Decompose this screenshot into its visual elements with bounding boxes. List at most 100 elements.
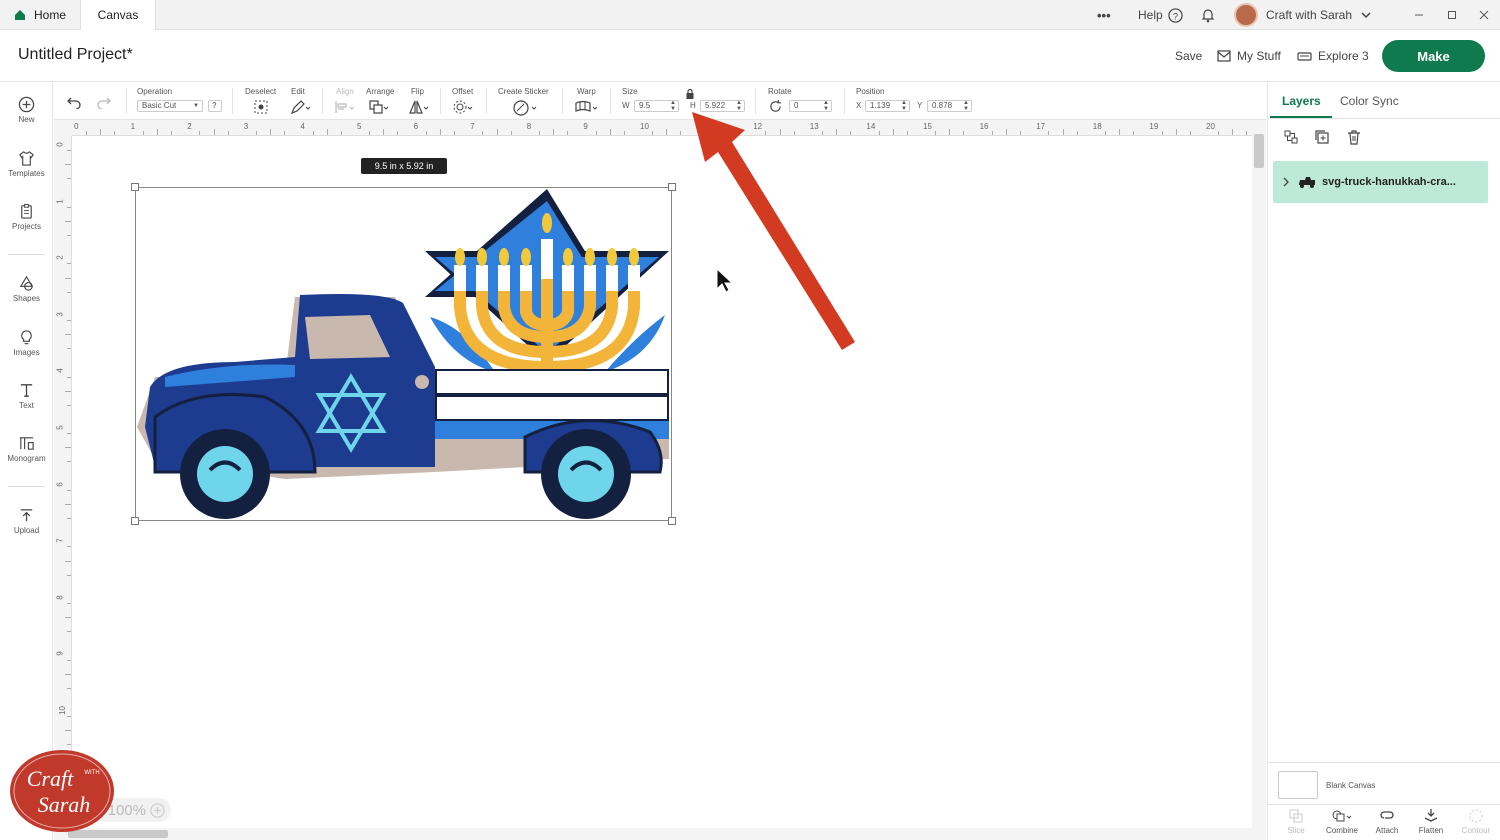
help-q: ? — [212, 101, 217, 110]
horizontal-scrollbar[interactable] — [54, 828, 1266, 840]
panel-scroll-track[interactable] — [1495, 161, 1500, 761]
machine-icon — [1297, 51, 1312, 61]
monogram-icon — [19, 437, 34, 450]
width-input[interactable]: 9.5 ▲ ▼ — [634, 100, 679, 112]
ruler-tick — [1119, 129, 1121, 135]
ruler-tick — [1246, 131, 1248, 135]
contour-button[interactable]: Contour — [1454, 806, 1498, 835]
save-button[interactable]: Save — [1175, 49, 1202, 63]
duplicate-icon[interactable] — [1314, 129, 1330, 145]
align-icon[interactable] — [334, 99, 356, 115]
ruler-tick — [67, 659, 71, 661]
flatten-button[interactable]: Flatten — [1409, 806, 1453, 835]
sidebar-item-shapes[interactable]: Shapes — [0, 275, 53, 303]
text-icon — [20, 384, 33, 397]
stepper-icon: ▲ ▼ — [901, 100, 907, 112]
arrange-icon[interactable] — [368, 99, 390, 115]
ruler-tick-label: 10 — [640, 122, 649, 131]
combine-button[interactable]: Combine — [1320, 806, 1364, 835]
vertical-scrollbar[interactable] — [1252, 120, 1266, 828]
more-menu-button[interactable]: ••• — [1097, 0, 1111, 30]
tab-canvas[interactable]: Canvas — [80, 0, 156, 30]
tab-layers[interactable]: Layers — [1282, 94, 1321, 108]
help-button[interactable]: Help ? — [1138, 0, 1183, 30]
sticker-icon[interactable] — [512, 99, 538, 117]
operation-select[interactable]: Basic Cut ▼ — [137, 100, 203, 112]
selection-box[interactable] — [135, 187, 672, 521]
resize-handle[interactable] — [131, 517, 139, 525]
tab-home[interactable]: Home — [0, 0, 80, 30]
combine-label: Combine — [1325, 826, 1358, 835]
make-button[interactable]: Make — [1382, 40, 1485, 72]
trash-icon[interactable] — [1346, 129, 1362, 145]
toolbar-divider — [126, 88, 127, 114]
ruler-tick-label: 16 — [979, 122, 989, 131]
resize-handle[interactable] — [131, 183, 139, 191]
ruler-tick-label: 0 — [55, 142, 65, 147]
avatar — [1234, 3, 1258, 27]
close-button[interactable] — [1479, 0, 1489, 30]
scroll-thumb[interactable] — [1254, 134, 1264, 168]
blank-canvas-swatch[interactable] — [1278, 771, 1318, 799]
tab-color-sync-label: Color Sync — [1340, 94, 1399, 108]
ruler-tick-label: 1 — [130, 122, 136, 131]
layer-item[interactable]: svg-truck-hanukkah-cra... — [1273, 161, 1488, 203]
resize-handle[interactable] — [668, 517, 676, 525]
sidebar-item-monogram[interactable]: Monogram — [0, 435, 53, 463]
maximize-button[interactable] — [1447, 0, 1457, 30]
group-icon[interactable] — [1283, 129, 1299, 145]
ruler-tick — [114, 131, 116, 135]
deselect-icon[interactable] — [253, 99, 269, 115]
x-position-input[interactable]: 1.139 ▲ ▼ — [865, 100, 910, 112]
deselect-label: Deselect — [245, 87, 277, 96]
edit-toolbar: Operation Basic Cut ▼ ? Deselect Edit Al… — [54, 82, 1267, 120]
sidebar-item-projects[interactable]: Projects — [0, 203, 53, 231]
ruler-tick — [949, 129, 951, 135]
lock-icon[interactable] — [685, 88, 695, 100]
ruler-tick — [142, 131, 144, 135]
resize-handle[interactable] — [668, 183, 676, 191]
stepper-icon: ▲ ▼ — [670, 100, 676, 112]
ruler-tick — [67, 433, 71, 435]
sidebar-item-templates[interactable]: Templates — [0, 150, 53, 178]
create-sticker-label: Create Sticker — [498, 87, 549, 96]
ruler-tick-label: 20 — [1206, 122, 1215, 131]
warp-icon[interactable] — [574, 99, 600, 115]
ruler-tick — [67, 263, 71, 265]
user-name: Craft with Sarah — [1266, 8, 1353, 22]
flip-icon[interactable] — [408, 99, 430, 115]
sidebar-item-text[interactable]: Text — [0, 382, 53, 410]
user-menu[interactable]: Craft with Sarah — [1234, 0, 1372, 30]
ruler-tick-label: 5 — [357, 122, 362, 131]
offset-icon[interactable] — [452, 99, 474, 115]
ruler-tick-label: 8 — [526, 122, 532, 131]
zoom-in-icon[interactable] — [150, 802, 165, 818]
tab-color-sync[interactable]: Color Sync — [1340, 94, 1399, 108]
machine-button[interactable]: Explore 3 — [1297, 49, 1369, 63]
stepper-icon: ▲ ▼ — [963, 100, 969, 112]
edit-icon[interactable] — [290, 99, 312, 115]
ruler-tick — [1175, 129, 1177, 135]
notifications-button[interactable] — [1200, 0, 1216, 30]
slice-button[interactable]: Slice — [1274, 806, 1318, 835]
attach-button[interactable]: Attach — [1365, 806, 1409, 835]
redo-icon[interactable] — [96, 95, 112, 109]
project-header: Untitled Project* Save My Stuff Explore … — [0, 30, 1500, 82]
y-position-input[interactable]: 0.878 ▲ ▼ — [927, 100, 972, 112]
operation-help-button[interactable]: ? — [208, 100, 222, 112]
minimize-button[interactable] — [1414, 0, 1424, 30]
layers-panel: Layers Color Sync svg-truck-hanukkah-cra… — [1267, 82, 1500, 840]
ruler-tick — [397, 131, 399, 135]
sidebar-item-upload[interactable]: Upload — [0, 507, 53, 535]
undo-icon[interactable] — [66, 95, 82, 109]
operation-label: Operation — [137, 87, 173, 96]
tab-layers-label: Layers — [1282, 94, 1321, 108]
ruler-tick — [454, 131, 456, 135]
sidebar-item-new[interactable]: New — [0, 96, 53, 124]
project-title[interactable]: Untitled Project* — [18, 46, 133, 64]
my-stuff-button[interactable]: My Stuff — [1217, 49, 1281, 63]
chevron-right-icon[interactable] — [1282, 177, 1290, 187]
sidebar-item-label: Images — [13, 348, 40, 357]
ruler-tick-label: 6 — [413, 122, 419, 131]
sidebar-item-images[interactable]: Images — [0, 329, 53, 357]
